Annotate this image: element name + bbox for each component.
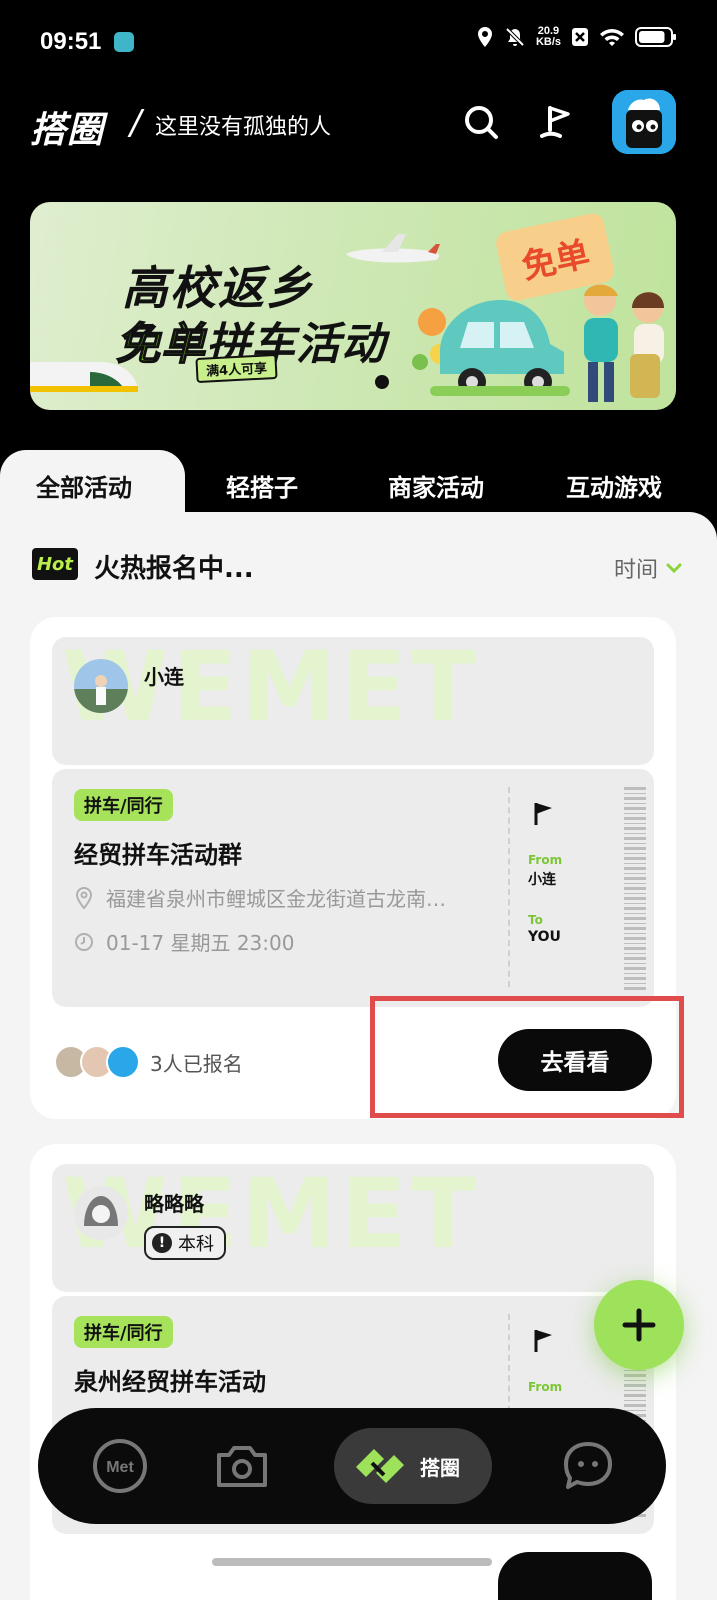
category-tag: 拼车/同行 [74, 1316, 173, 1348]
slogan-separator: / [130, 103, 142, 143]
sort-label: 时间 [613, 558, 658, 583]
ticket-header: WEMET 略略略 ! 本科 [52, 1164, 654, 1292]
net-speed-unit: KB/s [535, 36, 561, 48]
datetime-text: 01-17 星期五 23:00 [106, 931, 295, 955]
handshake-icon [356, 1449, 404, 1483]
nav-met[interactable]: Met [86, 1432, 154, 1500]
travelers-illustration [584, 284, 664, 402]
status-bar: 09:51 20.9 KB/s [0, 0, 717, 80]
app-notification-icon [114, 32, 134, 52]
nav-camera[interactable] [208, 1432, 276, 1500]
battery-icon [635, 27, 676, 47]
signup-count: 3人已报名 [150, 1051, 243, 1076]
app-logo: 搭圈 [30, 110, 105, 151]
host-name: 小连 [144, 665, 184, 689]
host-photo-icon [74, 1186, 128, 1240]
ticket-header: WEMET 小连 [52, 637, 654, 765]
mascot-avatar-icon [612, 90, 676, 154]
from-label: From [528, 853, 563, 867]
search-button[interactable] [456, 97, 506, 147]
plus-icon [622, 1308, 656, 1342]
flag-icon [534, 1330, 552, 1352]
info-icon: ! [152, 1233, 172, 1253]
nav-active-label: 搭圈 [420, 1455, 460, 1480]
clock-icon [75, 932, 93, 951]
app-header: 搭圈 / 这里没有孤独的人 [0, 85, 717, 165]
attendee-list[interactable]: 3人已报名 [54, 1045, 243, 1079]
met-icon-label: Met [106, 1459, 134, 1476]
to-label: To [528, 913, 543, 927]
car-illustration [412, 300, 570, 396]
bottom-navigation: Met 搭圈 [38, 1408, 666, 1524]
flag-icon [540, 106, 570, 138]
banner-pill: 满4人可享 [195, 353, 278, 384]
status-icons: 20.9 KB/s [476, 26, 677, 48]
category-tabs: 全部活动 轻搭子 商家活动 互动游戏 [0, 450, 717, 530]
flag-icon [534, 803, 552, 825]
attendee-avatar [106, 1045, 140, 1079]
education-label: 本科 [178, 1234, 214, 1255]
section-title: 火热报名中... [94, 554, 254, 584]
section-header: Hot 火热报名中... 时间 [32, 544, 682, 588]
activity-title: 泉州经贸拼车活动 [74, 1368, 266, 1396]
home-indicator[interactable] [212, 1558, 492, 1566]
view-activity-button[interactable]: 去看看 [498, 1029, 652, 1091]
add-activity-button[interactable] [594, 1280, 684, 1370]
ticket-stub: From 小连 To YOU [528, 799, 608, 945]
mute-icon [505, 27, 525, 47]
nav-dquan[interactable]: 搭圈 [334, 1428, 492, 1504]
promo-banner[interactable]: 高校返乡 免单拼车活动 满4人可享 免单 [30, 202, 676, 410]
education-badge: ! 本科 [144, 1226, 226, 1260]
category-tag: 拼车/同行 [74, 789, 173, 821]
from-label: From [528, 1380, 563, 1394]
tab-all-activities[interactable]: 全部活动 [36, 468, 132, 503]
search-icon [465, 106, 498, 139]
tab-merchant-activities[interactable]: 商家活动 [388, 468, 484, 503]
location-row: 福建省泉州市鲤城区金龙街道古龙南… [74, 883, 446, 912]
barcode [624, 787, 646, 991]
net-speed: 20.9 KB/s [536, 26, 561, 48]
time-row: 01-17 星期五 23:00 [74, 927, 294, 956]
status-time: 09:51 [40, 28, 102, 55]
carousel-indicator [375, 375, 389, 389]
host-avatar[interactable] [74, 659, 128, 713]
chat-icon [564, 1442, 612, 1489]
flag-button[interactable] [532, 97, 582, 147]
host-name: 略略略 [144, 1192, 204, 1216]
sim-icon [572, 28, 588, 46]
banner-highlight: 免单 [115, 318, 206, 371]
ticket-perforation [508, 787, 510, 987]
chevron-down-icon [666, 563, 682, 574]
camera-icon [217, 1446, 267, 1487]
activity-title: 经贸拼车活动群 [74, 841, 242, 869]
host-photo-icon [74, 659, 128, 713]
met-icon: Met [93, 1439, 147, 1493]
user-avatar[interactable] [612, 90, 676, 154]
next-card-button-partial[interactable] [498, 1552, 652, 1600]
location-text: 福建省泉州市鲤城区金龙街道古龙南… [106, 887, 446, 911]
tab-interactive-games[interactable]: 互动游戏 [566, 468, 662, 503]
activity-card[interactable]: WEMET 小连 拼车/同行 经贸拼车活动群 福建省泉州市鲤城区金龙街道古龙南…… [30, 617, 676, 1119]
nav-messages[interactable] [554, 1432, 622, 1500]
wifi-icon [600, 29, 624, 46]
airplane-illustration [346, 234, 440, 263]
to-value: YOU [528, 929, 561, 945]
host-avatar[interactable] [74, 1186, 128, 1240]
location-icon [477, 27, 492, 47]
sort-dropdown[interactable]: 时间 [614, 552, 682, 584]
hot-badge: Hot [32, 548, 78, 580]
tab-light-partner[interactable]: 轻搭子 [226, 468, 298, 503]
app-slogan: 这里没有孤独的人 [155, 115, 332, 140]
location-pin-icon [75, 886, 93, 910]
activity-card[interactable]: WEMET 略略略 ! 本科 拼车/同行 泉州经贸拼车活动 From [30, 1144, 676, 1600]
from-value: 小连 [528, 872, 556, 888]
ticket-body: 拼车/同行 经贸拼车活动群 福建省泉州市鲤城区金龙街道古龙南… 01-17 星期… [52, 769, 654, 1007]
